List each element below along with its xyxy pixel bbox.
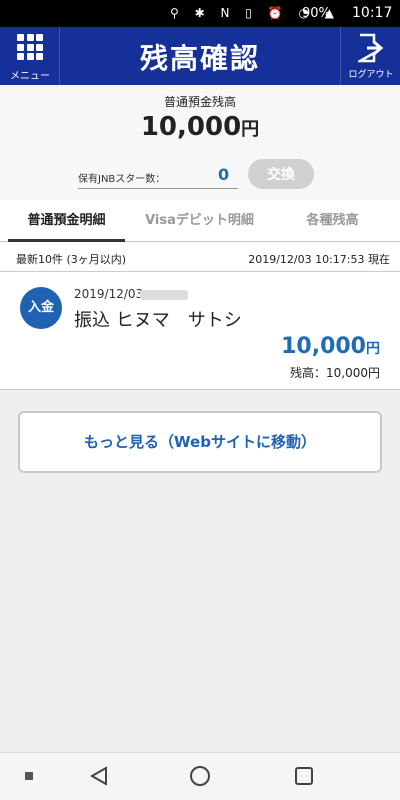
transaction-amount: 10,000円 bbox=[281, 334, 380, 359]
transaction-amount-value: 10,000 bbox=[281, 334, 366, 359]
exchange-button[interactable]: 交換 bbox=[248, 159, 314, 189]
tab-visa-debit-detail[interactable]: Visaデビット明細 bbox=[133, 200, 266, 242]
logout-label: ログアウト bbox=[348, 70, 394, 80]
list-summary: 最新10件 (3ヶ月以内) 2019/12/03 10:17:53 現在 bbox=[0, 242, 400, 272]
list-item: 入金 2019/12/03 振込 ヒヌマ サトシ 10,000円 残高：10,0… bbox=[0, 272, 400, 390]
detail-tabs: 普通預金明細 Visaデビット明細 各種残高 bbox=[0, 200, 400, 242]
transaction-description: 振込 ヒヌマ サトシ bbox=[74, 310, 242, 331]
logout-icon bbox=[358, 33, 384, 63]
tab-savings-detail[interactable]: 普通預金明細 bbox=[0, 200, 133, 242]
clock: 10:17 bbox=[352, 5, 393, 21]
transaction-currency: 円 bbox=[366, 341, 380, 357]
balance-currency: 円 bbox=[241, 119, 260, 140]
app-header: メニュー 残高確認 ログアウト bbox=[0, 27, 400, 85]
tab-various-balances[interactable]: 各種残高 bbox=[266, 200, 399, 242]
remaining-balance: 残高：10,000円 bbox=[290, 366, 380, 380]
transaction-date: 2019/12/03 bbox=[74, 287, 144, 301]
logout-button[interactable]: ログアウト bbox=[340, 27, 400, 85]
menu-button[interactable]: メニュー bbox=[0, 27, 60, 85]
jnb-star-label: 保有JNBスター数： bbox=[78, 174, 166, 185]
as-of-timestamp: 2019/12/03 10:17:53 現在 bbox=[248, 253, 390, 266]
battery-level: 90% bbox=[302, 6, 331, 21]
see-more-button[interactable]: もっと見る（Webサイトに移動） bbox=[18, 411, 382, 473]
deposit-badge: 入金 bbox=[20, 287, 62, 329]
recent-dot-icon[interactable] bbox=[24, 771, 34, 781]
system-nav-bar bbox=[0, 752, 400, 800]
balance-section: 普通預金残高 10,000円 保有JNBスター数： 0 交換 bbox=[0, 85, 400, 200]
status-bar: ⚲ ✱ N ▯ ⏰ ◔ ▲ 90% 10:17 bbox=[0, 0, 400, 27]
back-icon[interactable] bbox=[88, 765, 110, 787]
star-underline bbox=[78, 188, 238, 189]
list-count-label: 最新10件 (3ヶ月以内) bbox=[16, 253, 127, 266]
redacted-time bbox=[140, 290, 188, 300]
jnb-star-count: 0 bbox=[218, 165, 230, 184]
balance-amount-value: 10,000 bbox=[140, 112, 242, 142]
overview-icon[interactable] bbox=[293, 765, 315, 787]
grid-menu-icon bbox=[17, 34, 43, 60]
balance-amount: 10,000円 bbox=[0, 112, 400, 142]
page-title: 残高確認 bbox=[139, 42, 260, 75]
menu-label: メニュー bbox=[10, 71, 50, 82]
home-icon[interactable] bbox=[189, 765, 211, 787]
balance-label: 普通預金残高 bbox=[163, 95, 236, 109]
